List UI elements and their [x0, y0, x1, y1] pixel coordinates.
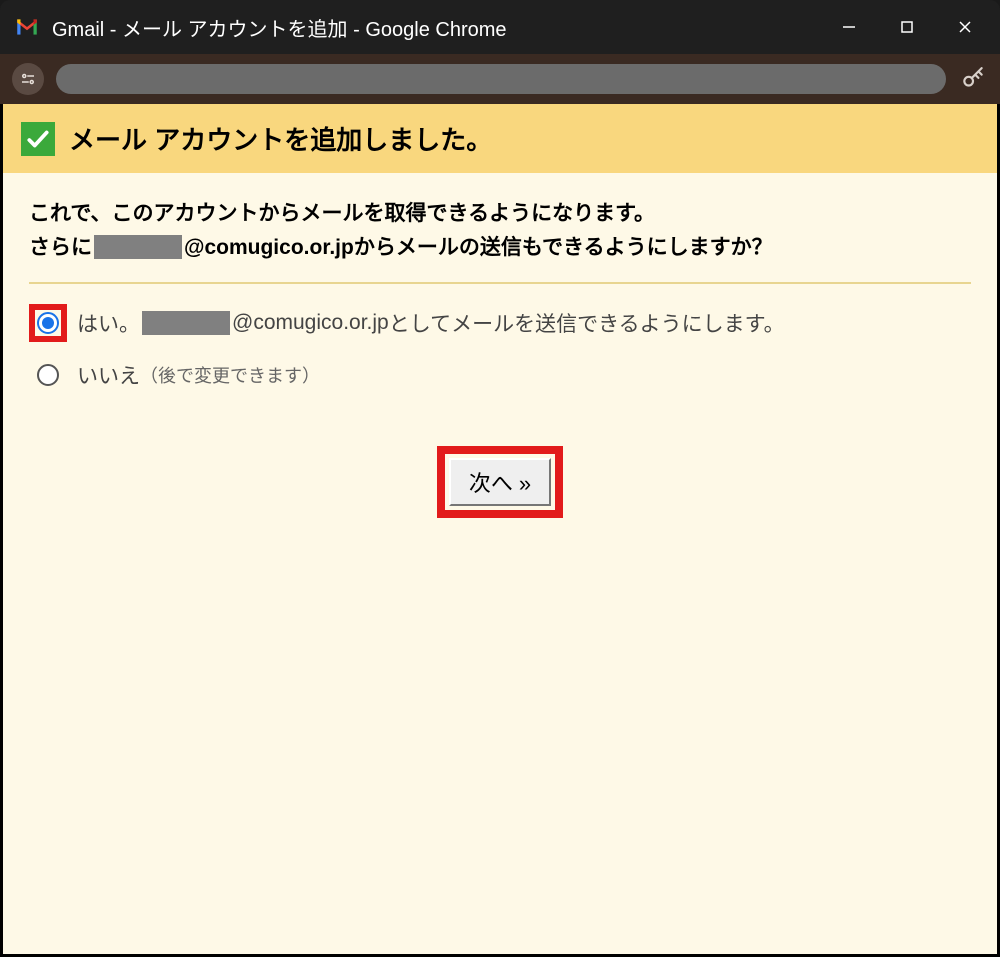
- intro-text: これで、このアカウントからメールを取得できるようになります。 さらに @comu…: [29, 197, 971, 264]
- success-banner: メール アカウントを追加しました。: [3, 104, 997, 173]
- body-section: これで、このアカウントからメールを取得できるようになります。 さらに @comu…: [3, 173, 997, 542]
- next-button[interactable]: 次へ »: [449, 458, 551, 506]
- intro-line-2: さらに @comugico.or.jp からメールの送信もできるようにしますか？: [29, 231, 971, 265]
- radio-no[interactable]: [37, 364, 59, 386]
- highlight-radio-yes: [29, 304, 67, 342]
- intro-line-1: これで、このアカウントからメールを取得できるようになります。: [29, 197, 971, 231]
- option-yes-label: はい。 @comugico.or.jp としてメールを送信できるようにします。: [77, 308, 785, 338]
- window-title: Gmail - メール アカウントを追加 - Google Chrome: [52, 13, 820, 42]
- close-button[interactable]: [936, 7, 994, 47]
- site-settings-icon[interactable]: [12, 63, 44, 95]
- radio-yes[interactable]: [37, 312, 59, 334]
- window-titlebar: Gmail - メール アカウントを追加 - Google Chrome: [0, 0, 1000, 54]
- option-no[interactable]: いいえ （後で変更できます）: [29, 356, 971, 394]
- redacted-username: [94, 235, 182, 259]
- option-yes[interactable]: はい。 @comugico.or.jp としてメールを送信できるようにします。: [29, 304, 971, 342]
- highlight-next-button: 次へ »: [437, 446, 563, 518]
- gmail-icon: [14, 14, 40, 40]
- submit-area: 次へ »: [29, 446, 971, 518]
- option-no-label: いいえ （後で変更できます）: [77, 360, 320, 390]
- minimize-button[interactable]: [820, 7, 878, 47]
- banner-title: メール アカウントを追加しました。: [69, 120, 492, 157]
- redacted-username-2: [142, 311, 230, 335]
- url-field[interactable]: [56, 64, 946, 94]
- password-key-icon[interactable]: [958, 64, 988, 94]
- maximize-button[interactable]: [878, 7, 936, 47]
- address-bar: [0, 54, 1000, 104]
- window-controls: [820, 7, 994, 47]
- radio-options: はい。 @comugico.or.jp としてメールを送信できるようにします。 …: [29, 304, 971, 394]
- divider: [29, 282, 971, 284]
- check-icon: [21, 122, 55, 156]
- page-content: メール アカウントを追加しました。 これで、このアカウントからメールを取得できる…: [0, 104, 1000, 957]
